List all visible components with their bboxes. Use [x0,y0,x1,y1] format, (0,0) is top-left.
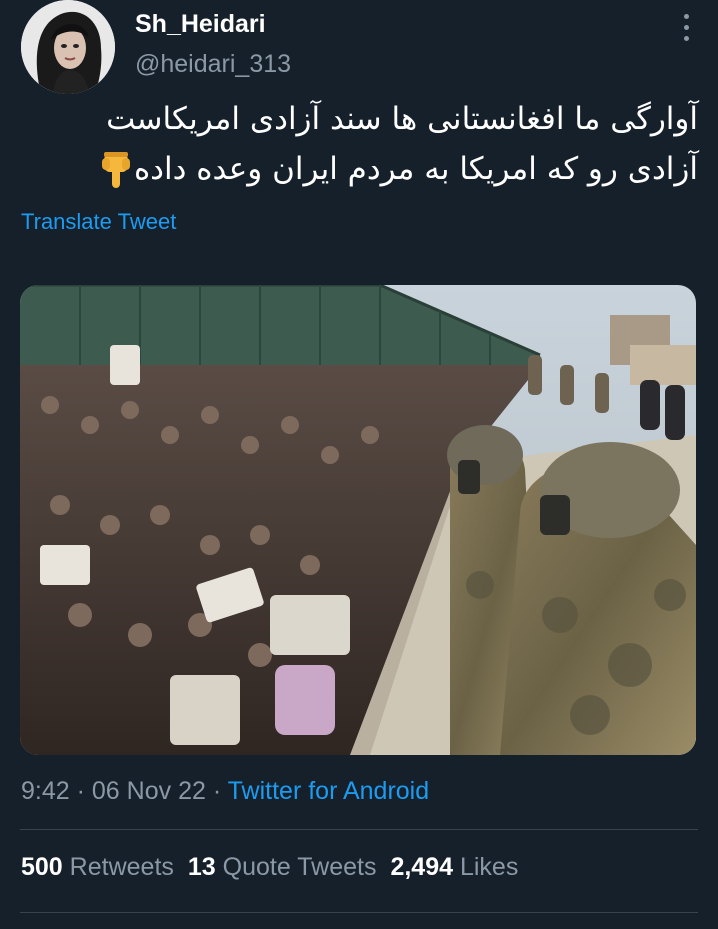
tweet-detail: Sh_Heidari @heidari_313 آوارگی ما افغانس… [0,0,718,929]
photo-crowd-and-soldiers [20,285,696,755]
tweet-stats: 500 Retweets 13 Quote Tweets 2,494 Likes [21,853,518,882]
translate-tweet-link[interactable]: Translate Tweet [21,209,176,235]
tweet-date[interactable]: 06 Nov 22 [92,777,206,805]
author-display-name[interactable]: Sh_Heidari [135,10,266,39]
tweet-text-line-2: آزادی رو که امریکا به مردم ایران وعده دا… [133,151,698,187]
more-options-icon[interactable] [682,14,690,44]
meta-separator-2: · [212,777,222,805]
meta-separator-1: · [76,777,85,805]
tweet-time[interactable]: 9:42 [21,777,70,805]
divider-top [20,829,698,830]
tweet-source-link[interactable]: Twitter for Android [228,777,429,805]
likes-count: 2,494 [390,853,454,881]
tweet-meta: 9:42 · 06 Nov 22 · Twitter for Android [21,777,429,806]
tweet-text-line-2-wrapper: آزادی رو که امریکا به مردم ایران وعده دا… [18,144,698,194]
pointing-down-hand-icon [101,151,130,188]
tweet-text-line-1: آوارگی ما افغانستانی ها سند آزادی امریکا… [106,101,698,137]
avatar-photo [21,0,115,94]
retweets-label: Retweets [69,853,174,881]
tweet-media-photo[interactable] [20,285,696,755]
retweets-stat[interactable]: 500 Retweets [21,853,174,881]
likes-label: Likes [459,853,519,881]
quote-tweets-stat[interactable]: 13 Quote Tweets [188,853,377,881]
quote-tweets-label: Quote Tweets [222,853,377,881]
likes-stat[interactable]: 2,494 Likes [390,853,518,881]
retweets-count: 500 [21,853,63,881]
author-handle[interactable]: @heidari_313 [135,50,291,79]
divider-bottom [20,912,698,913]
avatar[interactable] [21,0,115,94]
quote-tweets-count: 13 [187,853,216,881]
tweet-text: آوارگی ما افغانستانی ها سند آزادی امریکا… [18,94,698,194]
